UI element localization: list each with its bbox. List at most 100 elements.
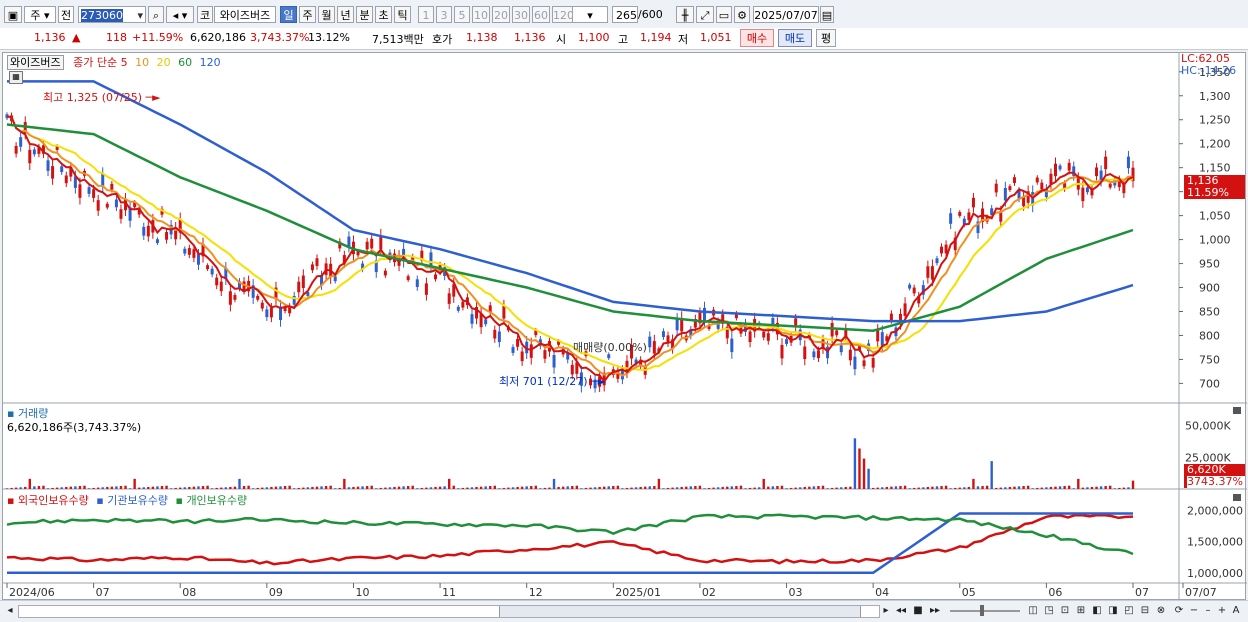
tool-icon-9[interactable]: ⊗ [1154,604,1168,618]
candle-body [379,235,383,250]
candle-body [461,301,465,308]
period-select[interactable]: 주 ▾ [24,6,56,23]
interval-btn[interactable]: 30 [512,6,530,23]
scroll-track[interactable] [18,605,880,618]
volume-bar [384,487,387,489]
link-icon[interactable]: ⟳ [1172,604,1186,618]
candle-body [493,329,497,339]
compare-icon[interactable]: ⤢ [696,6,714,23]
volume-bar [311,486,314,489]
buy-button[interactable]: 매수 [740,29,774,47]
zoom-slider[interactable] [950,605,1020,616]
candle-body [502,306,506,319]
volume-bar [548,487,551,489]
grid-icon[interactable]: ▦ [9,71,23,84]
tool-icon-1[interactable]: ◫ [1026,604,1040,618]
legend-foreign: ▪ 외국인보유수량 [7,494,89,507]
tool-icon-3[interactable]: ⊡ [1058,604,1072,618]
volume-close-icon[interactable] [1233,407,1241,414]
dash-icon[interactable]: – [1202,604,1214,618]
period-btn[interactable]: 초 [375,6,392,23]
rewind-icon[interactable]: ◂◂ [894,604,908,618]
prev-label[interactable]: 전 [58,6,74,23]
period-btn[interactable]: 년 [337,6,354,23]
stop-icon[interactable]: ■ [912,604,924,618]
save-icon[interactable]: ▭ [716,6,732,23]
stock-chart[interactable]: 1,3501,3001,2501,2001,1501,1001,0501,000… [3,53,1247,601]
volume-bar [42,485,45,489]
volume-bar [885,486,889,489]
candle-body [406,276,410,281]
volume-bar [894,486,898,489]
candle-body [835,330,839,336]
low-price: 1,051 [700,31,732,44]
tool-icon-7[interactable]: ◰ [1122,604,1136,618]
volume-bar [507,487,510,489]
volume-bar [689,486,693,489]
volume-bar [78,486,82,489]
candle-icon[interactable]: ╫ [676,6,694,23]
bid-price: 1,136 [514,31,546,44]
period-btn[interactable]: 주 [299,6,316,23]
volume-bar [762,478,765,489]
scroll-thumb[interactable] [499,606,861,617]
volume-bar [1077,478,1080,489]
volume-bar [644,486,647,489]
interval-btn[interactable]: 5 [454,6,470,23]
volume-bar [292,488,296,489]
volume-bar [949,488,952,489]
interval-btn[interactable]: 120 [552,6,574,23]
eval-button[interactable]: 평 [816,29,836,47]
legend-ma-20: 20 [156,56,171,69]
tool-icon-5[interactable]: ◧ [1090,604,1104,618]
holding-close-icon[interactable] [1233,494,1241,501]
interval-btn[interactable]: 60 [532,6,550,23]
volume-bar [388,487,392,489]
date-input[interactable]: 2025/07/07 [753,6,819,23]
tool-icon-4[interactable]: ⊞ [1074,604,1088,618]
period-btn[interactable]: 분 [356,6,373,23]
candle-body [1126,156,1130,169]
candle-body [862,360,866,367]
count-input[interactable]: 265 [612,6,638,23]
candle-body [812,351,816,358]
window-icon[interactable]: ▣ [4,6,22,23]
interval-btn[interactable]: 3 [436,6,452,23]
candle-body [1040,182,1044,190]
market-tag[interactable]: 코 [197,6,213,23]
sound-icon[interactable]: ◂ ▾ [166,6,194,23]
sell-button[interactable]: 매도 [778,29,812,47]
chart-area[interactable]: 1,3501,3001,2501,2001,1501,1001,0501,000… [2,52,1247,601]
volume-bar [197,486,200,489]
candle-body [60,166,64,173]
tool-icon-2[interactable]: ◳ [1042,604,1056,618]
extra-select[interactable]: ▾ [572,6,608,23]
volume-bar [602,486,606,489]
calendar-icon[interactable]: ▤ [820,6,834,23]
candle-body [730,338,734,353]
volume-bar [183,487,186,489]
text-icon[interactable]: A [1230,604,1242,618]
interval-btn[interactable]: 20 [492,6,510,23]
plus-icon[interactable]: + [1216,604,1228,618]
tool-icon-8[interactable]: ⊟ [1138,604,1152,618]
main-legend: 와이즈버즈 종가 단순 5 10 20 60 120 [7,54,221,70]
interval-btn[interactable]: 10 [472,6,490,23]
volume-bar [922,487,925,489]
period-btn[interactable]: 틱 [394,6,411,23]
volume-bar [87,488,91,489]
volume-bar [210,488,214,489]
gear-icon[interactable]: ⚙ [734,6,750,23]
candle-body [424,283,428,295]
period-btn[interactable]: 일 [280,6,297,23]
search-icon[interactable]: ⌕ [148,6,164,23]
code-input[interactable]: 273060 ▾ [78,6,146,23]
period-btn[interactable]: 월 [318,6,335,23]
play-icon[interactable]: ▸ [880,604,892,618]
minus-icon[interactable]: − [1188,604,1200,618]
interval-btn[interactable]: 1 [418,6,434,23]
tool-icon-6[interactable]: ◨ [1106,604,1120,618]
volume-bar [525,486,528,489]
forward-icon[interactable]: ▸▸ [928,604,942,618]
scroll-left-icon[interactable]: ◂ [4,604,16,618]
